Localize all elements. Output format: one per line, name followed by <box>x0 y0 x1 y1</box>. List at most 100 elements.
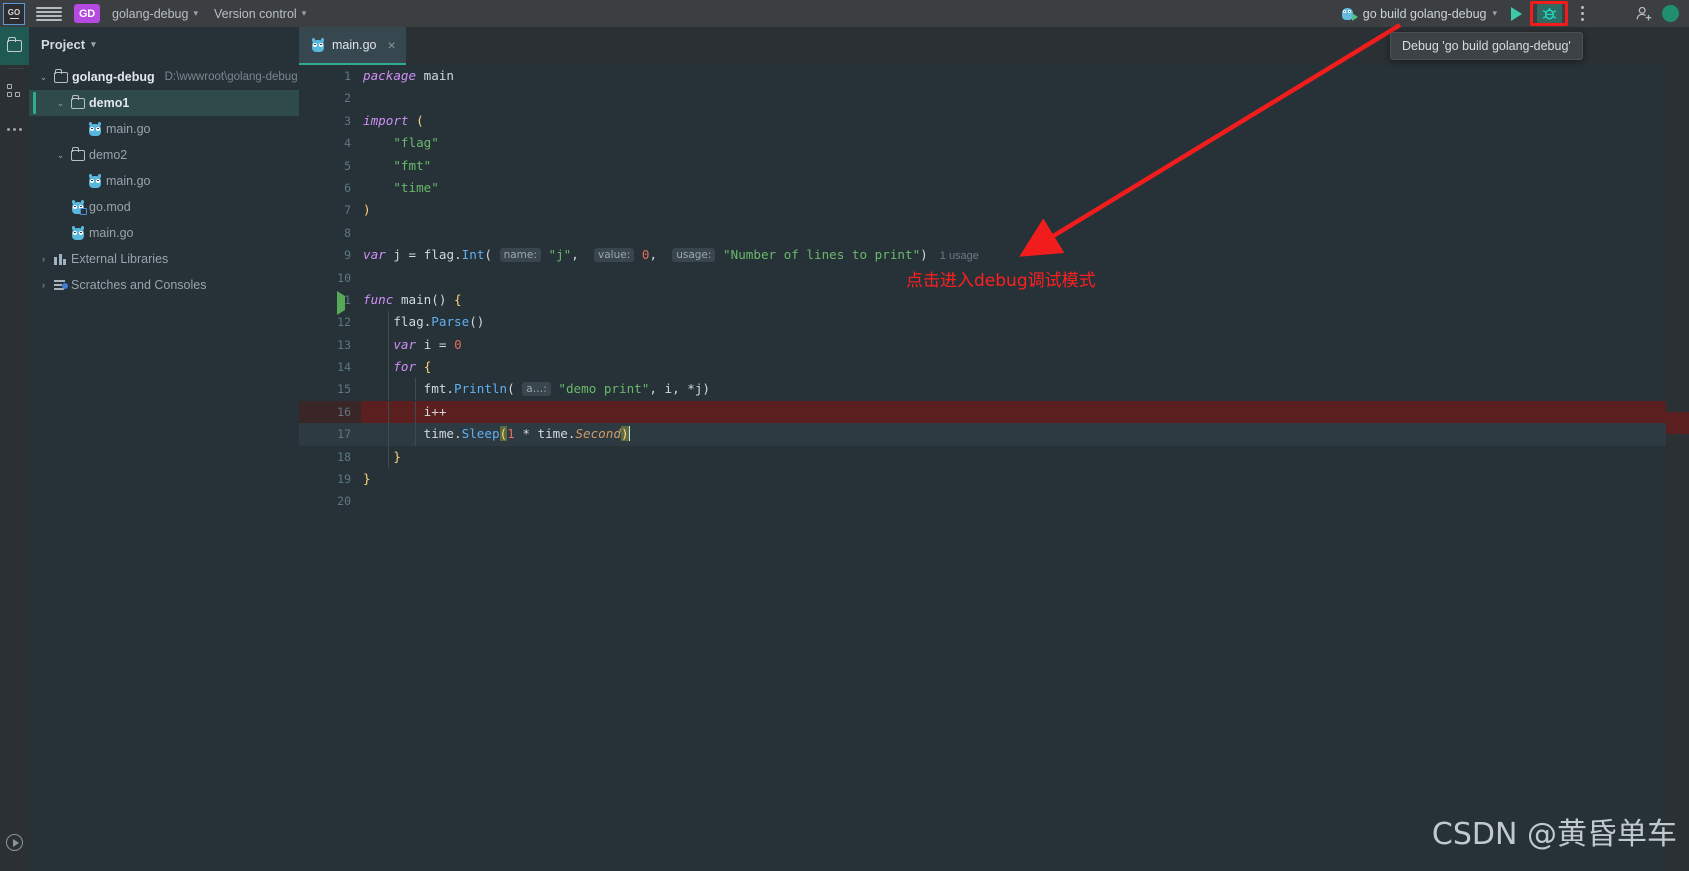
code-line-1[interactable]: 1package main <box>299 65 1689 87</box>
share-button[interactable] <box>1631 2 1657 25</box>
tab-main-go[interactable]: main.go × <box>299 27 406 65</box>
tree-item-scratches-and-consoles[interactable]: ›Scratches and Consoles <box>29 272 299 298</box>
code-editor[interactable]: 1package main23import (4 "flag"5 "fmt"6 … <box>299 65 1689 871</box>
account-avatar-icon <box>1662 5 1679 22</box>
debug-bug-icon <box>1537 2 1562 25</box>
account-button[interactable] <box>1657 2 1683 25</box>
line-number[interactable]: 16 <box>299 401 361 423</box>
main-menu-icon[interactable] <box>36 7 62 21</box>
line-number[interactable]: 10 <box>299 267 361 289</box>
code-line-2[interactable]: 2 <box>299 87 1689 109</box>
code-line-16[interactable]: 16 i++ <box>299 401 1689 423</box>
editor-right-gutter[interactable] <box>1666 65 1689 871</box>
folder-icon <box>7 40 22 52</box>
chevron-right-icon[interactable]: › <box>37 280 50 290</box>
code-line-text: fmt.Println( a…: "demo print", i, *j) <box>361 378 710 401</box>
indent-guide <box>415 401 416 423</box>
editor-area: main.go × 1package main23import (4 "flag… <box>299 27 1689 871</box>
line-number[interactable]: 8 <box>299 222 361 244</box>
line-number[interactable]: 3 <box>299 110 361 132</box>
tree-item-demo2[interactable]: ⌄ demo2 <box>29 142 299 168</box>
ide-window: GO GD golang-debug ▾ Version control ▾ g… <box>0 0 1689 871</box>
usage-inlay: 1 usage <box>940 250 979 262</box>
tree-item-main-go[interactable]: ›main.go <box>29 116 299 142</box>
tree-item-main-go[interactable]: ›main.go <box>29 220 299 246</box>
run-button[interactable] <box>1503 2 1529 25</box>
tree-item-label: go.mod <box>89 200 131 214</box>
code-line-13[interactable]: 13 var i = 0 <box>299 334 1689 356</box>
line-number[interactable]: 12 <box>299 311 361 333</box>
more-dots-icon <box>7 128 22 131</box>
line-number[interactable]: 14 <box>299 356 361 378</box>
line-number[interactable]: 6 <box>299 177 361 199</box>
code-line-9[interactable]: 9var j = flag.Int( name: "j", value: 0, … <box>299 244 1689 266</box>
rail-project-button[interactable] <box>0 27 29 65</box>
code-line-text: func main() { <box>361 289 462 311</box>
chevron-down-icon[interactable]: ⌄ <box>54 98 67 109</box>
project-selector[interactable]: golang-debug ▾ <box>108 5 202 23</box>
tree-item-demo1[interactable]: ⌄ demo1 <box>29 90 299 116</box>
code-line-7[interactable]: 7) <box>299 199 1689 221</box>
run-gopher-icon <box>1342 7 1357 21</box>
tree-item-main-go[interactable]: ›main.go <box>29 168 299 194</box>
debug-button[interactable] <box>1529 0 1569 27</box>
code-line-19[interactable]: 19} <box>299 468 1689 490</box>
code-line-4[interactable]: 4 "flag" <box>299 132 1689 154</box>
tab-label: main.go <box>332 38 376 52</box>
code-line-14[interactable]: 14 for { <box>299 356 1689 378</box>
chevron-right-icon[interactable]: › <box>37 254 50 264</box>
line-number[interactable]: 19 <box>299 468 361 490</box>
indent-guide <box>388 378 389 400</box>
chevron-down-icon[interactable]: ⌄ <box>37 72 50 83</box>
line-number[interactable]: 4 <box>299 132 361 154</box>
line-number[interactable]: 7 <box>299 199 361 221</box>
rail-structure-button[interactable] <box>0 72 29 110</box>
run-configuration-selector[interactable]: go build golang-debug ▾ <box>1336 5 1503 23</box>
indent-guide <box>415 423 416 445</box>
code-line-17[interactable]: 17 time.Sleep(1 * time.Second) <box>299 423 1689 445</box>
line-number[interactable]: 17 <box>299 423 361 445</box>
line-number[interactable]: 18 <box>299 446 361 468</box>
folder-icon <box>71 150 85 161</box>
tree-item-external-libraries[interactable]: ›External Libraries <box>29 246 299 272</box>
bug-glyph <box>1542 6 1557 21</box>
close-icon[interactable]: × <box>387 38 395 52</box>
line-number[interactable]: 5 <box>299 155 361 177</box>
tree-item-go-mod[interactable]: ›go.mod <box>29 194 299 220</box>
line-number[interactable]: 9 <box>299 244 361 266</box>
code-line-text: } <box>361 446 401 468</box>
code-line-6[interactable]: 6 "time" <box>299 177 1689 199</box>
code-line-20[interactable]: 20 <box>299 490 1689 512</box>
more-actions-button[interactable] <box>1569 2 1595 25</box>
code-line-3[interactable]: 3import ( <box>299 110 1689 132</box>
chevron-down-icon[interactable]: ⌄ <box>54 150 67 161</box>
tree-item-label: demo1 <box>89 96 129 110</box>
add-user-icon <box>1635 5 1653 23</box>
code-line-8[interactable]: 8 <box>299 222 1689 244</box>
library-icon <box>54 253 67 265</box>
line-number[interactable]: 15 <box>299 378 361 400</box>
project-panel-header[interactable]: Project ▾ <box>29 27 299 61</box>
scratches-icon <box>54 279 67 291</box>
tree-item-golang-debug[interactable]: ⌄golang-debugD:\wwwroot\golang-debug <box>29 64 299 90</box>
rail-more-button[interactable] <box>0 110 29 148</box>
code-line-18[interactable]: 18 } <box>299 446 1689 468</box>
code-line-12[interactable]: 12 flag.Parse() <box>299 311 1689 333</box>
code-line-text: "fmt" <box>361 155 431 177</box>
folder-icon <box>71 98 85 109</box>
code-line-15[interactable]: 15 fmt.Println( a…: "demo print", i, *j) <box>299 378 1689 400</box>
line-number[interactable]: 13 <box>299 334 361 356</box>
line-number[interactable]: 2 <box>299 87 361 109</box>
toolbar-right-group: go build golang-debug ▾ <box>1336 0 1689 27</box>
line-number[interactable]: 20 <box>299 490 361 512</box>
rail-run-button[interactable] <box>0 823 29 861</box>
line-number[interactable]: 11 <box>299 289 361 311</box>
tree-item-label: demo2 <box>89 148 127 162</box>
code-line-5[interactable]: 5 "fmt" <box>299 155 1689 177</box>
tree-item-path: D:\wwwroot\golang-debug <box>165 71 298 83</box>
code-line-11[interactable]: 11func main() { <box>299 289 1689 311</box>
project-tree: ⌄golang-debugD:\wwwroot\golang-debug⌄dem… <box>29 61 299 298</box>
code-line-text: "time" <box>361 177 439 199</box>
line-number[interactable]: 1 <box>299 65 361 87</box>
version-control-menu[interactable]: Version control ▾ <box>210 5 310 23</box>
